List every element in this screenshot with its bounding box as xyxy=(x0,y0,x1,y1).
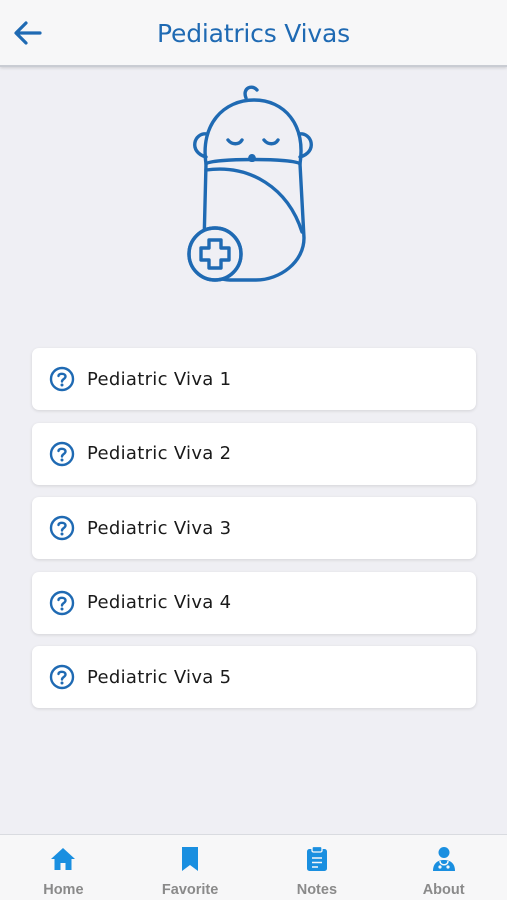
list-item[interactable]: Pediatric Viva 1 xyxy=(32,348,476,410)
doctor-icon xyxy=(430,845,458,873)
nav-item-home[interactable]: Home xyxy=(0,835,127,900)
list-item-label: Pediatric Viva 1 xyxy=(87,368,232,390)
question-circle-icon xyxy=(49,664,75,690)
app-bar: Pediatrics Vivas xyxy=(0,0,507,67)
list-item-label: Pediatric Viva 5 xyxy=(87,666,232,688)
question-circle-icon xyxy=(49,515,75,541)
list-item-label: Pediatric Viva 4 xyxy=(87,592,232,613)
bottom-nav: Home Favorite Notes About xyxy=(0,834,507,900)
question-circle-icon xyxy=(49,366,75,392)
list-item-label: Pediatric Viva 2 xyxy=(87,443,232,464)
nav-label: Notes xyxy=(296,882,338,898)
page-title: Pediatrics Vivas xyxy=(157,19,350,48)
clipboard-icon xyxy=(303,845,331,873)
nav-item-notes[interactable]: Notes xyxy=(254,835,381,900)
nav-label: Favorite xyxy=(161,882,219,898)
list-item[interactable]: Pediatric Viva 3 xyxy=(32,497,476,559)
nav-label: Home xyxy=(43,882,84,898)
question-circle-icon xyxy=(49,441,75,467)
list-item[interactable]: Pediatric Viva 4 xyxy=(32,571,476,634)
nav-item-favorite[interactable]: Favorite xyxy=(127,835,254,900)
swaddled-baby-medical-icon xyxy=(180,84,326,284)
nav-item-about[interactable]: About xyxy=(380,835,507,900)
list-item[interactable]: Pediatric Viva 5 xyxy=(32,646,476,708)
home-icon xyxy=(49,845,77,873)
list-item[interactable]: Pediatric Viva 2 xyxy=(32,422,476,485)
viva-list: Pediatric Viva 1 Pediatric Viva 2 Pediat… xyxy=(32,348,476,721)
bookmark-icon xyxy=(176,845,204,873)
question-circle-icon xyxy=(49,590,75,616)
nav-label: About xyxy=(422,882,465,898)
list-item-label: Pediatric Viva 3 xyxy=(87,517,232,539)
